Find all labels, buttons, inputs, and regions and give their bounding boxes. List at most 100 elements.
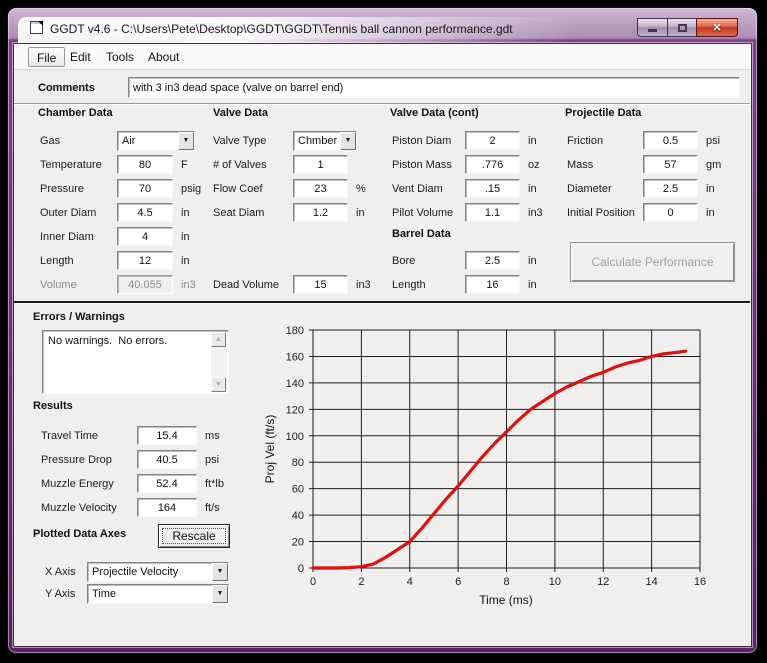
field-bore: Bore in (392, 251, 537, 270)
field-pilot-volume: Pilot Volume in3 (392, 203, 543, 222)
volume-input (117, 275, 173, 294)
svg-text:60: 60 (292, 484, 304, 496)
field-travel-time: Travel Time ms (41, 426, 220, 445)
menu-about[interactable]: About (140, 47, 187, 67)
errors-text: No warnings. No errors. (48, 335, 167, 347)
friction-input[interactable] (643, 131, 698, 150)
comments-input[interactable] (128, 77, 740, 98)
chevron-down-icon[interactable]: ▼ (212, 585, 228, 603)
field-dead-volume: Dead Volume in3 (213, 275, 371, 294)
svg-text:12: 12 (597, 576, 609, 588)
seat-diam-input[interactable] (293, 203, 348, 222)
maximize-button[interactable] (667, 18, 697, 37)
svg-text:160: 160 (286, 351, 304, 363)
initial-position-input[interactable] (643, 203, 698, 222)
menu-file[interactable]: File (28, 47, 65, 67)
field-diameter: Diameter in (567, 179, 715, 198)
vent-diam-input[interactable] (465, 179, 520, 198)
field-valve-type: Valve Type Chmber Seal ▼ (213, 131, 357, 150)
calculate-performance-button[interactable]: Calculate Performance (570, 242, 735, 282)
svg-text:8: 8 (503, 576, 509, 588)
gas-select[interactable]: Air ▼ (117, 131, 195, 151)
barrel-data-header: Barrel Data (392, 228, 451, 240)
app-icon (30, 21, 43, 34)
piston-diam-input[interactable] (465, 131, 520, 150)
svg-text:0: 0 (298, 563, 304, 575)
field-volume: Volume in3 (40, 275, 196, 294)
chamber-data-header: Chamber Data (38, 107, 113, 119)
chevron-down-icon[interactable]: ▼ (178, 132, 194, 150)
muzzle-velocity-output (137, 498, 197, 517)
svg-text:16: 16 (694, 576, 706, 588)
valve-type-select[interactable]: Chmber Seal ▼ (293, 131, 357, 151)
field-vent-diam: Vent Diam in (392, 179, 537, 198)
chevron-down-icon[interactable]: ▼ (212, 563, 228, 581)
field-num-valves: # of Valves (213, 155, 348, 174)
field-x-axis: X Axis Projectile Velocity ▼ (45, 562, 229, 581)
field-y-axis: Y Axis Time ▼ (45, 584, 229, 603)
close-icon: ✕ (712, 21, 721, 34)
svg-text:180: 180 (286, 325, 304, 337)
svg-text:10: 10 (549, 576, 561, 588)
field-chamber-length: Length in (40, 251, 190, 270)
field-temperature: Temperature F (40, 155, 188, 174)
field-piston-mass: Piston Mass oz (392, 155, 540, 174)
pressure-input[interactable] (117, 179, 173, 198)
svg-text:Time (ms): Time (ms) (479, 593, 533, 607)
pressure-drop-output (137, 450, 197, 469)
inner-diam-input[interactable] (117, 227, 173, 246)
field-friction: Friction psi (567, 131, 720, 150)
errors-warnings-header: Errors / Warnings (33, 311, 125, 323)
valve-data-header: Valve Data (213, 107, 268, 119)
barrel-length-input[interactable] (465, 275, 520, 294)
svg-text:6: 6 (455, 576, 461, 588)
menu-edit[interactable]: Edit (62, 47, 99, 67)
minimize-button[interactable] (637, 18, 668, 37)
field-barrel-length: Length in (392, 275, 537, 294)
num-valves-input[interactable] (293, 155, 348, 174)
field-seat-diam: Seat Diam in (213, 203, 365, 222)
window-title: GGDT v4.6 - C:\Users\Pete\Desktop\GGDT\G… (50, 22, 513, 36)
results-header: Results (33, 400, 73, 412)
performance-chart: 0246810121416020406080100120140160180Tim… (260, 313, 740, 613)
field-gas: Gas Air ▼ (40, 131, 195, 150)
svg-text:120: 120 (286, 404, 304, 416)
mass-input[interactable] (643, 155, 698, 174)
svg-text:14: 14 (646, 576, 658, 588)
screen: GGDT v4.6 - C:\Users\Pete\Desktop\GGDT\G… (0, 0, 767, 663)
temperature-input[interactable] (117, 155, 173, 174)
muzzle-energy-output (137, 474, 197, 493)
rescale-button[interactable]: Rescale (158, 524, 230, 548)
field-inner-diam: Inner Diam in (40, 227, 190, 246)
y-axis-select[interactable]: Time ▼ (87, 584, 229, 604)
dead-volume-input[interactable] (293, 275, 348, 294)
field-muzzle-energy: Muzzle Energy ft*lb (41, 474, 224, 493)
svg-text:40: 40 (292, 510, 304, 522)
chamber-length-input[interactable] (117, 251, 173, 270)
field-outer-diam: Outer Diam in (40, 203, 190, 222)
field-initial-position: Initial Position in (567, 203, 715, 222)
piston-mass-input[interactable] (465, 155, 520, 174)
errors-textarea[interactable]: No warnings. No errors. ▲ ▼ (42, 330, 229, 394)
flow-coef-input[interactable] (293, 179, 348, 198)
pilot-volume-input[interactable] (465, 203, 520, 222)
field-piston-diam: Piston Diam in (392, 131, 537, 150)
bore-input[interactable] (465, 251, 520, 270)
svg-text:Proj Vel (ft/s): Proj Vel (ft/s) (263, 415, 277, 484)
menu-tools[interactable]: Tools (98, 47, 142, 67)
svg-text:100: 100 (286, 431, 304, 443)
chevron-down-icon[interactable]: ▼ (340, 132, 356, 150)
close-button[interactable]: ✕ (696, 18, 738, 37)
valve-data-cont-header: Valve Data (cont) (390, 107, 479, 119)
maximize-icon (678, 24, 687, 32)
x-axis-select[interactable]: Projectile Velocity ▼ (87, 562, 229, 582)
comments-label: Comments (38, 82, 95, 94)
scroll-down-icon[interactable]: ▼ (211, 377, 226, 392)
scroll-up-icon[interactable]: ▲ (211, 332, 226, 347)
field-pressure-drop: Pressure Drop psi (41, 450, 219, 469)
svg-text:4: 4 (407, 576, 413, 588)
scrollbar[interactable]: ▲ ▼ (211, 332, 227, 392)
outer-diam-input[interactable] (117, 203, 173, 222)
divider (14, 301, 750, 304)
diameter-input[interactable] (643, 179, 698, 198)
